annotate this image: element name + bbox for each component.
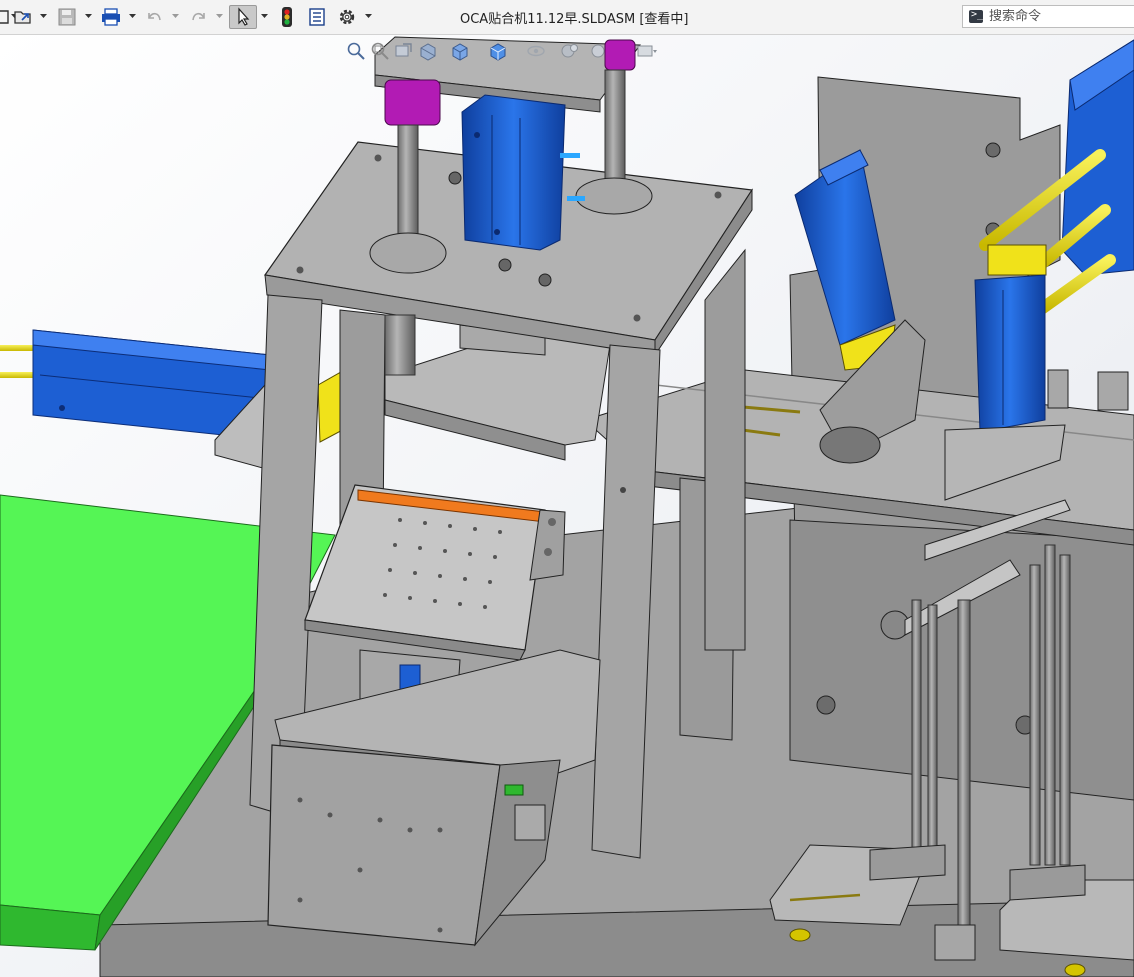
command-prompt-icon: >_ bbox=[969, 9, 983, 23]
graphics-viewport[interactable] bbox=[0, 35, 1134, 977]
select-dropdown-arrow[interactable] bbox=[261, 12, 268, 19]
top-toolbar: OCA贴合机11.12早.SLDASM [查看中] >_ bbox=[0, 0, 1134, 35]
file-properties-icon[interactable] bbox=[305, 5, 329, 29]
zoom-to-fit-icon[interactable] bbox=[345, 40, 367, 62]
search-input[interactable] bbox=[989, 9, 1129, 24]
undo-icon[interactable] bbox=[143, 5, 165, 29]
open-icon[interactable] bbox=[12, 5, 34, 29]
solidworks-window: OCA贴合机11.12早.SLDASM [查看中] >_ bbox=[0, 0, 1134, 977]
apply-scene-icon[interactable] bbox=[587, 40, 609, 62]
redo-dropdown-arrow[interactable] bbox=[216, 12, 223, 19]
save-dropdown-arrow[interactable] bbox=[85, 12, 92, 19]
redo-icon[interactable] bbox=[188, 5, 210, 29]
new-icon[interactable] bbox=[0, 5, 10, 29]
undo-dropdown-arrow[interactable] bbox=[172, 12, 179, 19]
view-orientation-icon[interactable] bbox=[449, 40, 471, 62]
search-command-box[interactable]: >_ bbox=[962, 5, 1134, 28]
assembly-model bbox=[0, 35, 1134, 977]
previous-view-icon[interactable] bbox=[393, 40, 415, 62]
open-dropdown-arrow[interactable] bbox=[40, 12, 47, 19]
hide-show-items-icon[interactable] bbox=[525, 40, 547, 62]
section-view-icon[interactable] bbox=[417, 40, 439, 62]
edit-appearance-icon[interactable] bbox=[559, 40, 581, 62]
select-icon[interactable] bbox=[229, 5, 257, 29]
print-dropdown-arrow[interactable] bbox=[129, 12, 136, 19]
options-gear-icon[interactable] bbox=[335, 5, 359, 29]
options-dropdown-arrow[interactable] bbox=[365, 12, 372, 19]
view-settings-icon[interactable] bbox=[635, 40, 657, 62]
print-icon[interactable] bbox=[99, 5, 123, 29]
save-icon[interactable] bbox=[55, 5, 79, 29]
traffic-light-icon[interactable] bbox=[277, 5, 297, 29]
display-style-icon[interactable] bbox=[487, 40, 509, 62]
document-title: OCA贴合机11.12早.SLDASM [查看中] bbox=[460, 12, 689, 27]
zoom-area-icon[interactable] bbox=[369, 40, 391, 62]
